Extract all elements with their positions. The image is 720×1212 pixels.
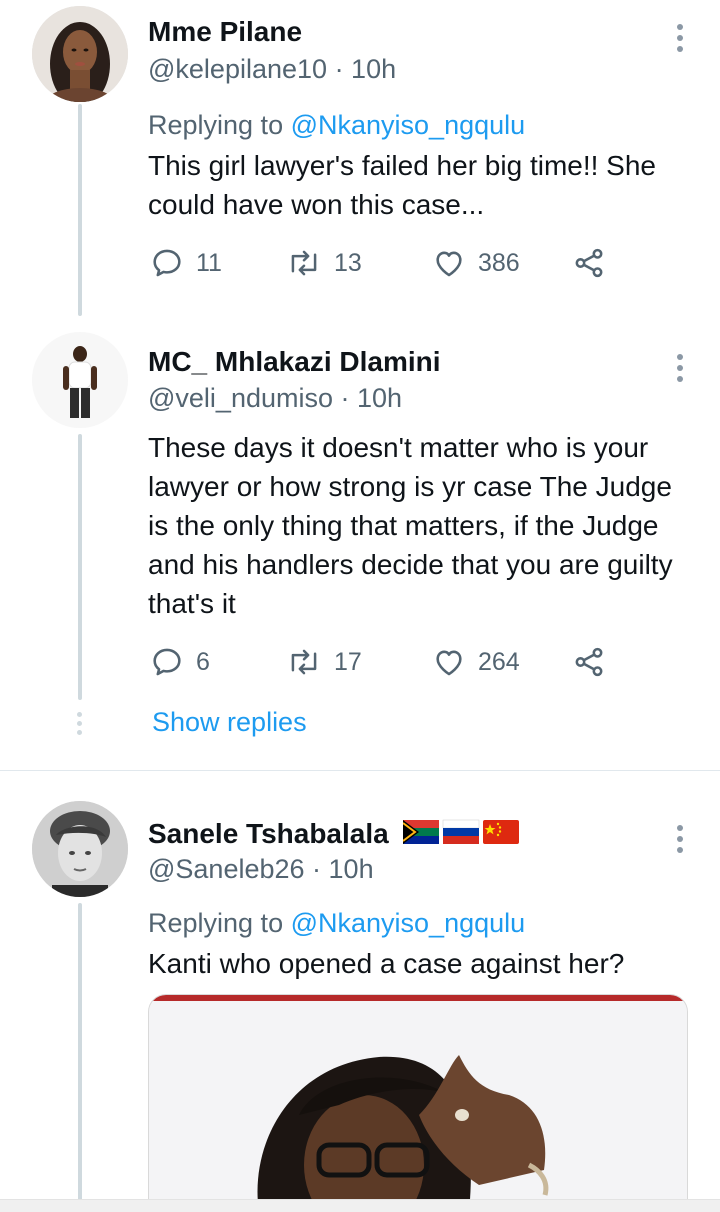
replying-to-label: Replying to xyxy=(148,110,291,140)
retweet-icon xyxy=(291,649,317,675)
heart-icon xyxy=(436,650,462,676)
timestamp[interactable]: · 10h xyxy=(341,383,403,413)
retweet-count: 17 xyxy=(334,647,362,676)
author-name-row: Sanele Tshabalala xyxy=(148,818,519,850)
reply-button[interactable]: 11 xyxy=(150,243,222,283)
bottom-edge xyxy=(0,1199,720,1212)
reply-button[interactable]: 6 xyxy=(150,642,210,682)
thread-continuation-icon xyxy=(76,710,84,740)
heart-icon xyxy=(436,251,462,277)
like-button[interactable]: 264 xyxy=(432,642,520,682)
south-africa-flag-icon xyxy=(402,820,439,844)
share-icon xyxy=(575,248,603,278)
author-handle[interactable]: @veli_ndumiso xyxy=(148,383,333,413)
timestamp[interactable]: · 10h xyxy=(312,854,374,884)
replying-to-label: Replying to xyxy=(148,908,291,938)
more-options-icon[interactable] xyxy=(666,348,694,388)
retweet-icon xyxy=(291,250,317,276)
retweet-count: 13 xyxy=(334,248,362,277)
tweet-text: Kanti who opened a case against her? xyxy=(148,948,625,979)
retweet-button[interactable]: 13 xyxy=(286,243,362,283)
author-handle[interactable]: @Saneleb26 xyxy=(148,854,305,884)
show-replies-link[interactable]: Show replies xyxy=(152,707,307,738)
author-handle-time: @kelepilane10 · 10h xyxy=(148,54,396,85)
reply-icon xyxy=(153,648,181,676)
tweet-2[interactable]: MC_ Mhlakazi Dlamini @veli_ndumiso · 10h… xyxy=(0,320,720,770)
author-handle-time: @veli_ndumiso · 10h xyxy=(148,383,402,414)
flag-emojis xyxy=(402,819,519,844)
reply-icon xyxy=(153,249,181,277)
like-count: 386 xyxy=(478,248,520,277)
author-name[interactable]: Mme Pilane xyxy=(148,16,302,48)
timestamp[interactable]: · 10h xyxy=(335,54,397,84)
replying-mention-link[interactable]: @Nkanyiso_ngqulu xyxy=(291,110,526,140)
replying-mention-link[interactable]: @Nkanyiso_ngqulu xyxy=(291,908,526,938)
author-handle[interactable]: @kelepilane10 xyxy=(148,54,327,84)
reply-count: 11 xyxy=(196,248,222,277)
share-button[interactable] xyxy=(572,243,606,283)
avatar[interactable] xyxy=(32,801,128,897)
tweet-1[interactable]: Mme Pilane @kelepilane10 · 10h Replying … xyxy=(0,0,720,320)
reply-count: 6 xyxy=(196,647,210,676)
tweet-text: This girl lawyer's failed her big time!!… xyxy=(148,150,656,220)
thread-line xyxy=(78,903,82,1211)
russia-flag-icon xyxy=(442,819,479,844)
tweet-text: These days it doesn't matter who is your… xyxy=(148,432,673,619)
tweet-actions: 6 17 264 xyxy=(148,642,618,682)
avatar[interactable] xyxy=(32,332,128,428)
author-name[interactable]: Sanele Tshabalala xyxy=(148,818,389,849)
share-icon xyxy=(575,647,603,677)
replying-to: Replying to @Nkanyiso_ngqulu xyxy=(148,110,525,141)
tweet-actions: 11 13 386 xyxy=(148,243,618,283)
author-name[interactable]: MC_ Mhlakazi Dlamini xyxy=(148,346,441,378)
like-count: 264 xyxy=(478,647,520,676)
like-button[interactable]: 386 xyxy=(432,243,520,283)
more-options-icon[interactable] xyxy=(666,819,694,859)
avatar[interactable] xyxy=(32,6,128,102)
tweet-media-image[interactable] xyxy=(148,994,688,1211)
china-flag-icon xyxy=(482,820,519,844)
retweet-button[interactable]: 17 xyxy=(286,642,362,682)
thread-line xyxy=(78,104,82,316)
thread-line xyxy=(78,434,82,700)
author-handle-time: @Saneleb26 · 10h xyxy=(148,854,374,885)
more-options-icon[interactable] xyxy=(666,18,694,58)
share-button[interactable] xyxy=(572,642,606,682)
replying-to: Replying to @Nkanyiso_ngqulu xyxy=(148,908,525,939)
